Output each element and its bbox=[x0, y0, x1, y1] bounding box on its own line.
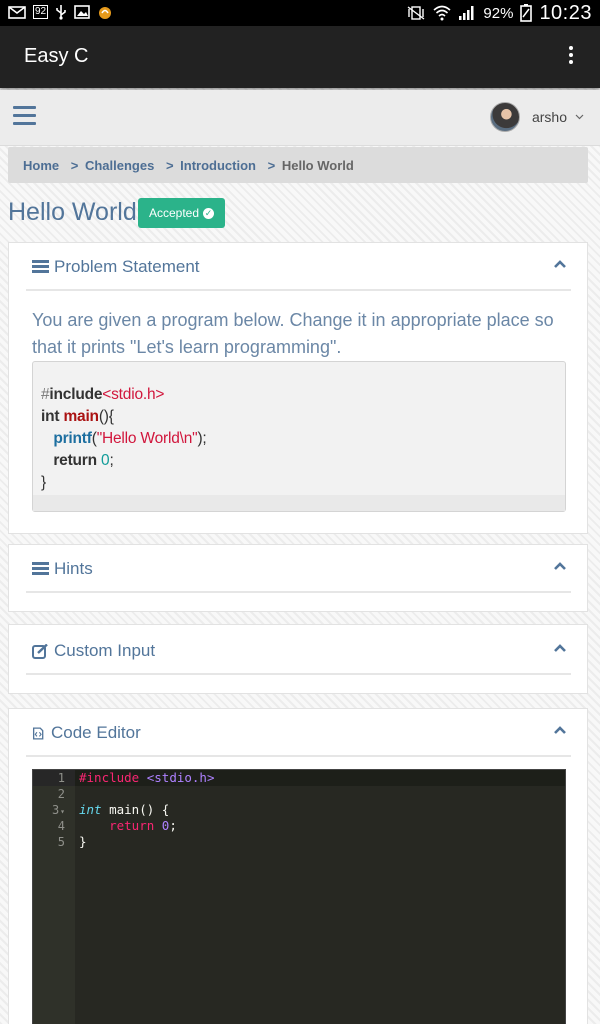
chevron-down-icon[interactable] bbox=[575, 114, 584, 120]
status-badge-label: Accepted bbox=[149, 206, 200, 220]
breadcrumb-separator: > bbox=[165, 158, 174, 173]
editor-line[interactable] bbox=[79, 786, 214, 802]
app-notification-icon bbox=[99, 7, 112, 19]
hints-header[interactable]: Hints bbox=[26, 545, 571, 593]
editor-line[interactable]: } bbox=[79, 834, 214, 850]
panel-title[interactable]: Code Editor bbox=[32, 723, 141, 743]
code-line: int main(){ bbox=[41, 408, 114, 425]
status-badge: Accepted ✓ bbox=[138, 198, 226, 228]
custom-input-panel: Custom Input bbox=[8, 624, 588, 694]
editor-content[interactable]: #include <stdio.h> int main() { return 0… bbox=[79, 770, 214, 850]
starter-code-block: #include<stdio.h> int main(){ printf("He… bbox=[32, 361, 566, 512]
problem-statement-panel: Problem Statement You are given a progra… bbox=[8, 242, 588, 534]
line-number: 3▾ bbox=[51, 803, 65, 817]
breadcrumb-separator: > bbox=[267, 158, 276, 173]
breadcrumb-introduction[interactable]: Introduction bbox=[180, 158, 256, 173]
clock: 10:23 bbox=[539, 1, 592, 24]
avatar[interactable] bbox=[489, 102, 520, 132]
line-number: 4 bbox=[57, 819, 65, 833]
code-line: #include<stdio.h> bbox=[41, 386, 165, 403]
editor-line[interactable]: return 0; bbox=[79, 818, 214, 834]
code-line: printf("Hello World\n"); bbox=[53, 430, 207, 447]
status-bar: 92 92% 10:23 bbox=[0, 0, 600, 26]
code-editor-header[interactable]: Code Editor bbox=[26, 709, 571, 757]
breadcrumb-separator: > bbox=[70, 158, 79, 173]
app-title: Easy C bbox=[24, 45, 89, 67]
chevron-up-icon[interactable] bbox=[553, 643, 567, 653]
chevron-up-icon[interactable] bbox=[553, 561, 567, 571]
line-number: 5 bbox=[57, 835, 65, 849]
status-bar-right: 92% 10:23 bbox=[406, 0, 592, 26]
line-number: 1 bbox=[57, 771, 65, 785]
image-icon bbox=[74, 5, 90, 19]
chevron-up-icon[interactable] bbox=[553, 725, 567, 735]
breadcrumb: Home > Challenges > Introduction > Hello… bbox=[8, 147, 588, 183]
problem-statement-title[interactable]: Problem Statement bbox=[54, 257, 200, 277]
problem-statement-header[interactable]: Problem Statement bbox=[26, 243, 571, 291]
site-header: arsho bbox=[0, 90, 600, 146]
chevron-up-icon[interactable] bbox=[553, 259, 567, 269]
battery-icon bbox=[520, 4, 533, 22]
editor-line[interactable]: #include <stdio.h> bbox=[79, 770, 214, 786]
breadcrumb-current: Hello World bbox=[281, 158, 354, 173]
panel-title[interactable]: Hints bbox=[32, 559, 93, 579]
hints-panel: Hints bbox=[8, 544, 588, 612]
code-file-icon bbox=[32, 726, 44, 740]
code-editor[interactable]: 1 2 3▾ 4 5 #include <stdio.h> int main()… bbox=[32, 769, 566, 1024]
horizontal-scrollbar[interactable] bbox=[33, 495, 565, 511]
editor-line[interactable]: int main() { bbox=[79, 802, 214, 818]
username[interactable]: arsho bbox=[532, 109, 567, 125]
custom-input-header[interactable]: Custom Input bbox=[26, 627, 571, 675]
hamburger-menu-icon[interactable] bbox=[13, 106, 36, 126]
code-editor-title[interactable]: Code Editor bbox=[51, 723, 141, 743]
list-icon bbox=[32, 259, 49, 275]
signal-icon bbox=[459, 6, 474, 20]
line-number: 2 bbox=[57, 787, 65, 801]
edit-icon bbox=[32, 643, 48, 659]
user-menu[interactable]: arsho bbox=[489, 102, 584, 132]
code-line: return 0; bbox=[53, 452, 114, 469]
problem-text: You are given a program below. Change it… bbox=[32, 310, 554, 357]
code-editor-panel: Code Editor 1 2 3▾ 4 5 #include <stdio.h… bbox=[8, 708, 588, 1024]
custom-input-title[interactable]: Custom Input bbox=[54, 641, 155, 661]
usb-icon bbox=[56, 5, 66, 20]
notification-count-icon: 92 bbox=[33, 5, 49, 19]
fold-arrow-icon[interactable]: ▾ bbox=[60, 807, 65, 816]
breadcrumb-challenges[interactable]: Challenges bbox=[85, 158, 154, 173]
overflow-menu-icon[interactable] bbox=[566, 46, 576, 68]
breadcrumb-home[interactable]: Home bbox=[23, 158, 59, 173]
check-circle-icon: ✓ bbox=[203, 207, 215, 219]
hints-title[interactable]: Hints bbox=[54, 559, 93, 579]
editor-gutter: 1 2 3▾ 4 5 bbox=[33, 770, 75, 1024]
page-title: Hello World bbox=[8, 198, 137, 226]
vibrate-mute-icon bbox=[407, 6, 425, 20]
app-bar: Easy C bbox=[0, 26, 600, 88]
panel-title[interactable]: Problem Statement bbox=[32, 257, 200, 277]
battery-percent: 92% bbox=[483, 4, 514, 22]
list-icon bbox=[32, 561, 49, 577]
wifi-icon bbox=[433, 5, 451, 21]
panel-title[interactable]: Custom Input bbox=[32, 641, 155, 661]
code-line: } bbox=[41, 474, 46, 491]
status-bar-left: 92 bbox=[8, 4, 113, 20]
mail-icon bbox=[8, 5, 26, 19]
